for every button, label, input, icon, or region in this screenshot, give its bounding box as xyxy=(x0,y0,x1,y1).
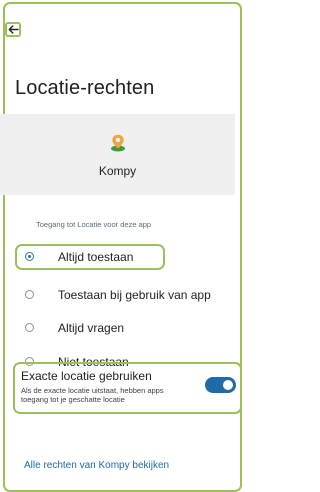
exact-location-setting[interactable]: Exacte locatie gebruiken Als de exacte l… xyxy=(13,362,242,414)
option-always-allow[interactable]: Altijd toestaan xyxy=(15,244,165,270)
option-always-ask[interactable]: Altijd vragen xyxy=(15,315,225,341)
radio-button[interactable] xyxy=(25,290,34,299)
page-title: Locatie-rechten xyxy=(15,77,155,99)
exact-location-description: Als de exacte locatie uitstaat, hebben a… xyxy=(21,386,164,404)
exact-location-toggle[interactable] xyxy=(205,377,236,393)
kompy-location-pin-icon xyxy=(111,134,125,152)
radio-button[interactable] xyxy=(25,323,34,332)
all-rights-link[interactable]: Alle rechten van Kompy bekijken xyxy=(24,460,169,471)
toggle-knob xyxy=(223,380,233,390)
back-button[interactable] xyxy=(5,22,21,37)
option-allow-while-using[interactable]: Toestaan bij gebruik van app xyxy=(15,282,225,308)
radio-button-checked[interactable] xyxy=(25,252,34,261)
app-name: Kompy xyxy=(98,164,137,178)
exact-location-title: Exacte locatie gebruiken xyxy=(21,369,152,383)
arrow-left-icon xyxy=(8,25,19,34)
app-header-band xyxy=(0,114,235,195)
option-label: Altijd toestaan xyxy=(58,250,134,264)
section-label: Toegang tot Locatie voor deze app xyxy=(36,220,152,229)
option-label: Altijd vragen xyxy=(58,321,125,335)
option-label: Toestaan bij gebruik van app xyxy=(58,288,211,302)
